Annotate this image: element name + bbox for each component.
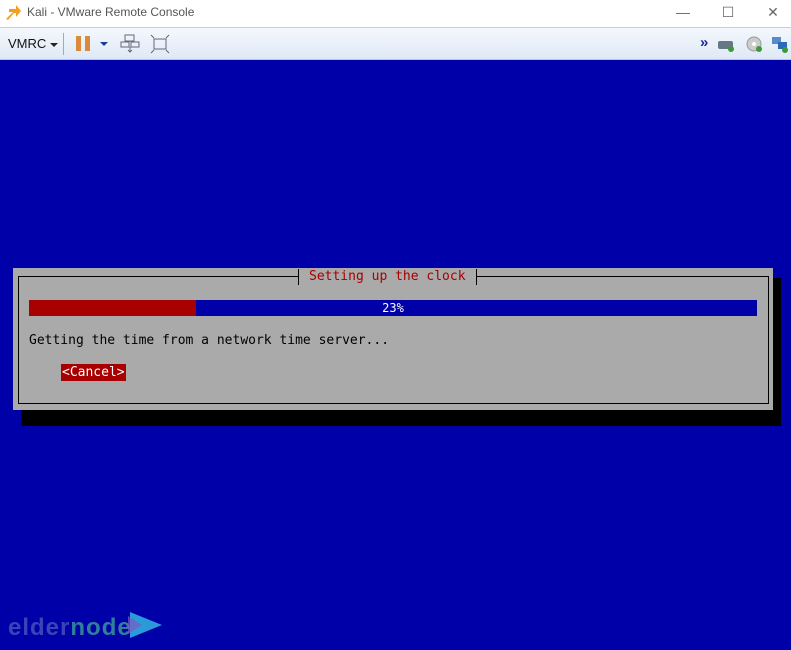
title-bar: Kali - VMware Remote Console — ☐ ✕ (0, 0, 791, 27)
send-ctrl-alt-del-icon[interactable] (120, 34, 140, 54)
vmrc-menu-button[interactable]: VMRC (8, 36, 59, 51)
progress-bar: 23% (29, 300, 757, 316)
eldernode-logo-icon (128, 612, 162, 638)
cancel-button[interactable]: <Cancel> (61, 364, 126, 381)
watermark-part2: node (70, 614, 132, 641)
dialog-title: Setting up the clock (298, 269, 477, 285)
eldernode-watermark: eldernode (8, 612, 162, 642)
window-title: Kali - VMware Remote Console (27, 5, 195, 19)
minimize-button[interactable]: — (660, 0, 706, 27)
toolbar: VMRC » (0, 27, 791, 60)
fullscreen-icon[interactable] (150, 34, 170, 54)
progress-label: 23% (382, 301, 404, 315)
toolbar-divider (63, 33, 64, 55)
network-adapter-icon[interactable] (771, 35, 789, 53)
vmrc-app-icon (6, 5, 21, 20)
watermark-part1: elder (8, 614, 71, 641)
pause-icon[interactable] (76, 36, 91, 51)
more-chevrons-icon[interactable]: » (700, 34, 708, 51)
chevron-down-icon (50, 42, 59, 47)
vmrc-menu-label: VMRC (8, 36, 47, 51)
maximize-button[interactable]: ☐ (705, 0, 751, 27)
hard-disk-icon[interactable] (717, 35, 735, 53)
close-button[interactable]: ✕ (750, 0, 791, 27)
status-message: Getting the time from a network time ser… (29, 333, 390, 348)
cd-dvd-icon[interactable] (745, 35, 763, 53)
pause-dropdown-icon[interactable] (100, 42, 108, 46)
